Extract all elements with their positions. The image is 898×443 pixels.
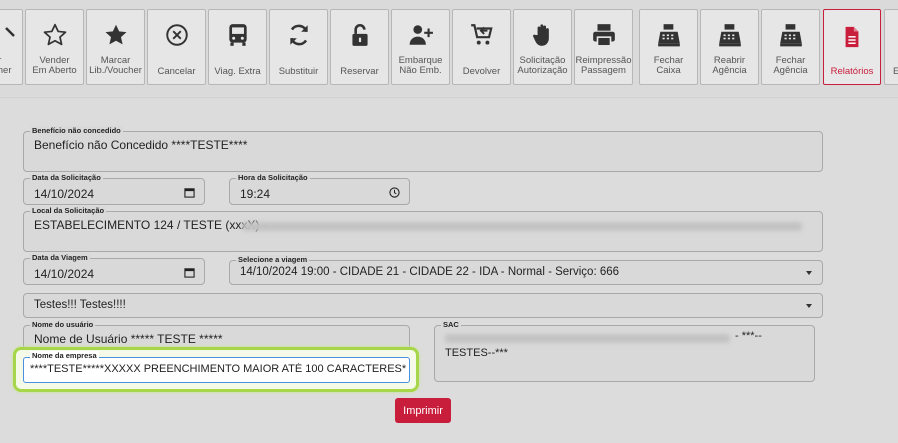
redacted-text xyxy=(445,334,730,343)
data-viagem-legend: Data da Viagem xyxy=(30,253,90,263)
nome-empresa-input[interactable] xyxy=(30,363,406,375)
toolbar-button-partial-right[interactable]: E xyxy=(884,9,898,85)
toolbar-button-label: er cher xyxy=(0,56,12,76)
toolbar-button-fechar-caixa[interactable]: Fechar Caixa xyxy=(639,9,698,85)
toolbar-button-reservar[interactable]: Reservar xyxy=(330,9,389,85)
toolbar-button-label: Embarque Não Emb. xyxy=(398,55,443,76)
toolbar-button-substituir[interactable]: Substituir xyxy=(269,9,328,85)
toolbar-button-label: Fechar Caixa xyxy=(653,55,684,76)
sac-field[interactable]: SAC - ***-- TESTES--*** xyxy=(434,320,815,382)
chevron-down-icon xyxy=(806,270,812,275)
cash-register-icon xyxy=(779,24,802,47)
toolbar-button-label: Devolver xyxy=(462,66,501,77)
unlock-icon xyxy=(351,23,368,46)
hora-solicitacao-field[interactable]: Hora da Solicitação 19:24 xyxy=(229,173,410,205)
toolbar-button-label: E xyxy=(893,66,898,77)
toolbar-button-label: Marcar Lib./Voucher xyxy=(89,55,142,76)
cash-register-icon xyxy=(718,24,741,47)
cart-return-icon xyxy=(470,24,493,45)
nome-usuario-legend: Nome do usuário xyxy=(30,320,96,330)
toolbar-button-label: Substituir xyxy=(278,66,319,77)
sac-line1-suffix: - ***-- xyxy=(735,330,762,342)
toolbar-button-fechar-agencia[interactable]: Fechar Agência xyxy=(761,9,820,85)
calendar-icon[interactable] xyxy=(184,267,195,278)
data-solicitacao-value: 14/10/2024 xyxy=(34,187,95,201)
star-filled-icon xyxy=(104,24,127,45)
local-solicitacao-legend: Local da Solicitação xyxy=(30,206,107,216)
nome-usuario-value: Nome de Usuário ***** TESTE ***** xyxy=(34,332,223,346)
chevron-down-icon xyxy=(806,303,812,308)
toolbar-button-solicitacao-autorizacao[interactable]: Solicitação Autorização xyxy=(513,9,572,85)
toolbar-button-label: Viag. Extra xyxy=(214,66,261,77)
printer-icon xyxy=(592,24,615,47)
toolbar-button-reabrir-agencia[interactable]: Reabrir Agência xyxy=(700,9,759,85)
bus-icon xyxy=(228,24,247,46)
hora-solicitacao-value: 19:24 xyxy=(240,187,271,201)
sync-icon xyxy=(289,24,308,46)
hora-solicitacao-legend: Hora da Solicitação xyxy=(236,173,310,183)
nome-empresa-field[interactable]: Nome da empresa xyxy=(23,351,410,383)
toolbar-button-label: Reimpressão Passagem xyxy=(575,55,632,76)
beneficio-value: Benefício não Concedido ****TESTE**** xyxy=(34,138,248,152)
viagem-legend: Selecione a viagem xyxy=(236,255,310,265)
redacted-text xyxy=(242,222,802,231)
data-viagem-field[interactable]: Data da Viagem 14/10/2024 xyxy=(23,253,205,285)
toolbar-button-devolver[interactable]: Devolver xyxy=(452,9,511,85)
toolbar-button-label: Reservar xyxy=(340,66,379,77)
toolbar-button-label: Cancelar xyxy=(157,66,196,77)
data-viagem-value: 14/10/2024 xyxy=(34,267,95,281)
toolbar-button-relatorios[interactable]: Relatórios xyxy=(823,9,881,85)
local-solicitacao-field[interactable]: Local da Solicitação ESTABELECIMENTO 124… xyxy=(23,206,823,252)
toolbar-button-embarque-nao-emb[interactable]: Embarque Não Emb. xyxy=(391,9,450,85)
toolbar: er cher Vender Em Aberto Marcar Lib./Vou… xyxy=(0,0,898,96)
clock-icon[interactable] xyxy=(389,187,400,198)
toolbar-button-partial-left[interactable]: er cher xyxy=(0,9,23,85)
toolbar-button-reimpressao-passagem[interactable]: Reimpressão Passagem xyxy=(574,9,633,85)
report-file-icon xyxy=(845,26,859,48)
sac-legend: SAC xyxy=(441,320,461,330)
testes-select[interactable]: Testes!!! Testes!!!! xyxy=(23,293,823,318)
toolbar-button-label: Relatórios xyxy=(830,66,874,77)
beneficio-legend: Benefício não concedido xyxy=(30,126,123,136)
nome-empresa-legend: Nome da empresa xyxy=(30,351,99,361)
toolbar-button-label: Fechar Agência xyxy=(773,55,808,76)
toolbar-button-label: Reabrir Agência xyxy=(712,55,747,76)
toolbar-button-cancelar[interactable]: Cancelar xyxy=(147,9,206,85)
hand-icon xyxy=(532,24,549,46)
toolbar-button-marcar-lib-voucher[interactable]: Marcar Lib./Voucher xyxy=(86,9,145,85)
toolbar-button-label: Solicitação Autorização xyxy=(517,55,568,76)
toolbar-button-label: Vender Em Aberto xyxy=(32,55,77,76)
toolbar-button-vender-em-aberto[interactable]: Vender Em Aberto xyxy=(25,9,84,85)
data-solicitacao-legend: Data da Solicitação xyxy=(30,173,103,183)
beneficio-field[interactable]: Benefício não concedido Benefício não Co… xyxy=(23,126,823,172)
star-outline-icon xyxy=(43,23,66,46)
toolbar-button-viag-extra[interactable]: Viag. Extra xyxy=(208,9,267,85)
user-plus-icon xyxy=(409,25,433,45)
viagem-value: 14/10/2024 19:00 - CIDADE 21 - CIDADE 22… xyxy=(240,266,620,278)
sac-line2: TESTES--*** xyxy=(445,347,508,359)
local-solicitacao-value: ESTABELECIMENTO 124 / TESTE (xxxX) - xyxy=(34,218,267,232)
cancel-circle-icon xyxy=(165,24,188,46)
testes-value: Testes!!! Testes!!!! xyxy=(34,299,126,311)
print-button[interactable]: Imprimir xyxy=(395,398,451,423)
toolbar-divider xyxy=(0,97,898,98)
data-solicitacao-field[interactable]: Data da Solicitação 14/10/2024 xyxy=(23,173,205,205)
viagem-select[interactable]: Selecione a viagem 14/10/2024 19:00 - CI… xyxy=(229,255,823,285)
calendar-icon[interactable] xyxy=(184,187,195,198)
cash-register-icon xyxy=(657,24,680,47)
